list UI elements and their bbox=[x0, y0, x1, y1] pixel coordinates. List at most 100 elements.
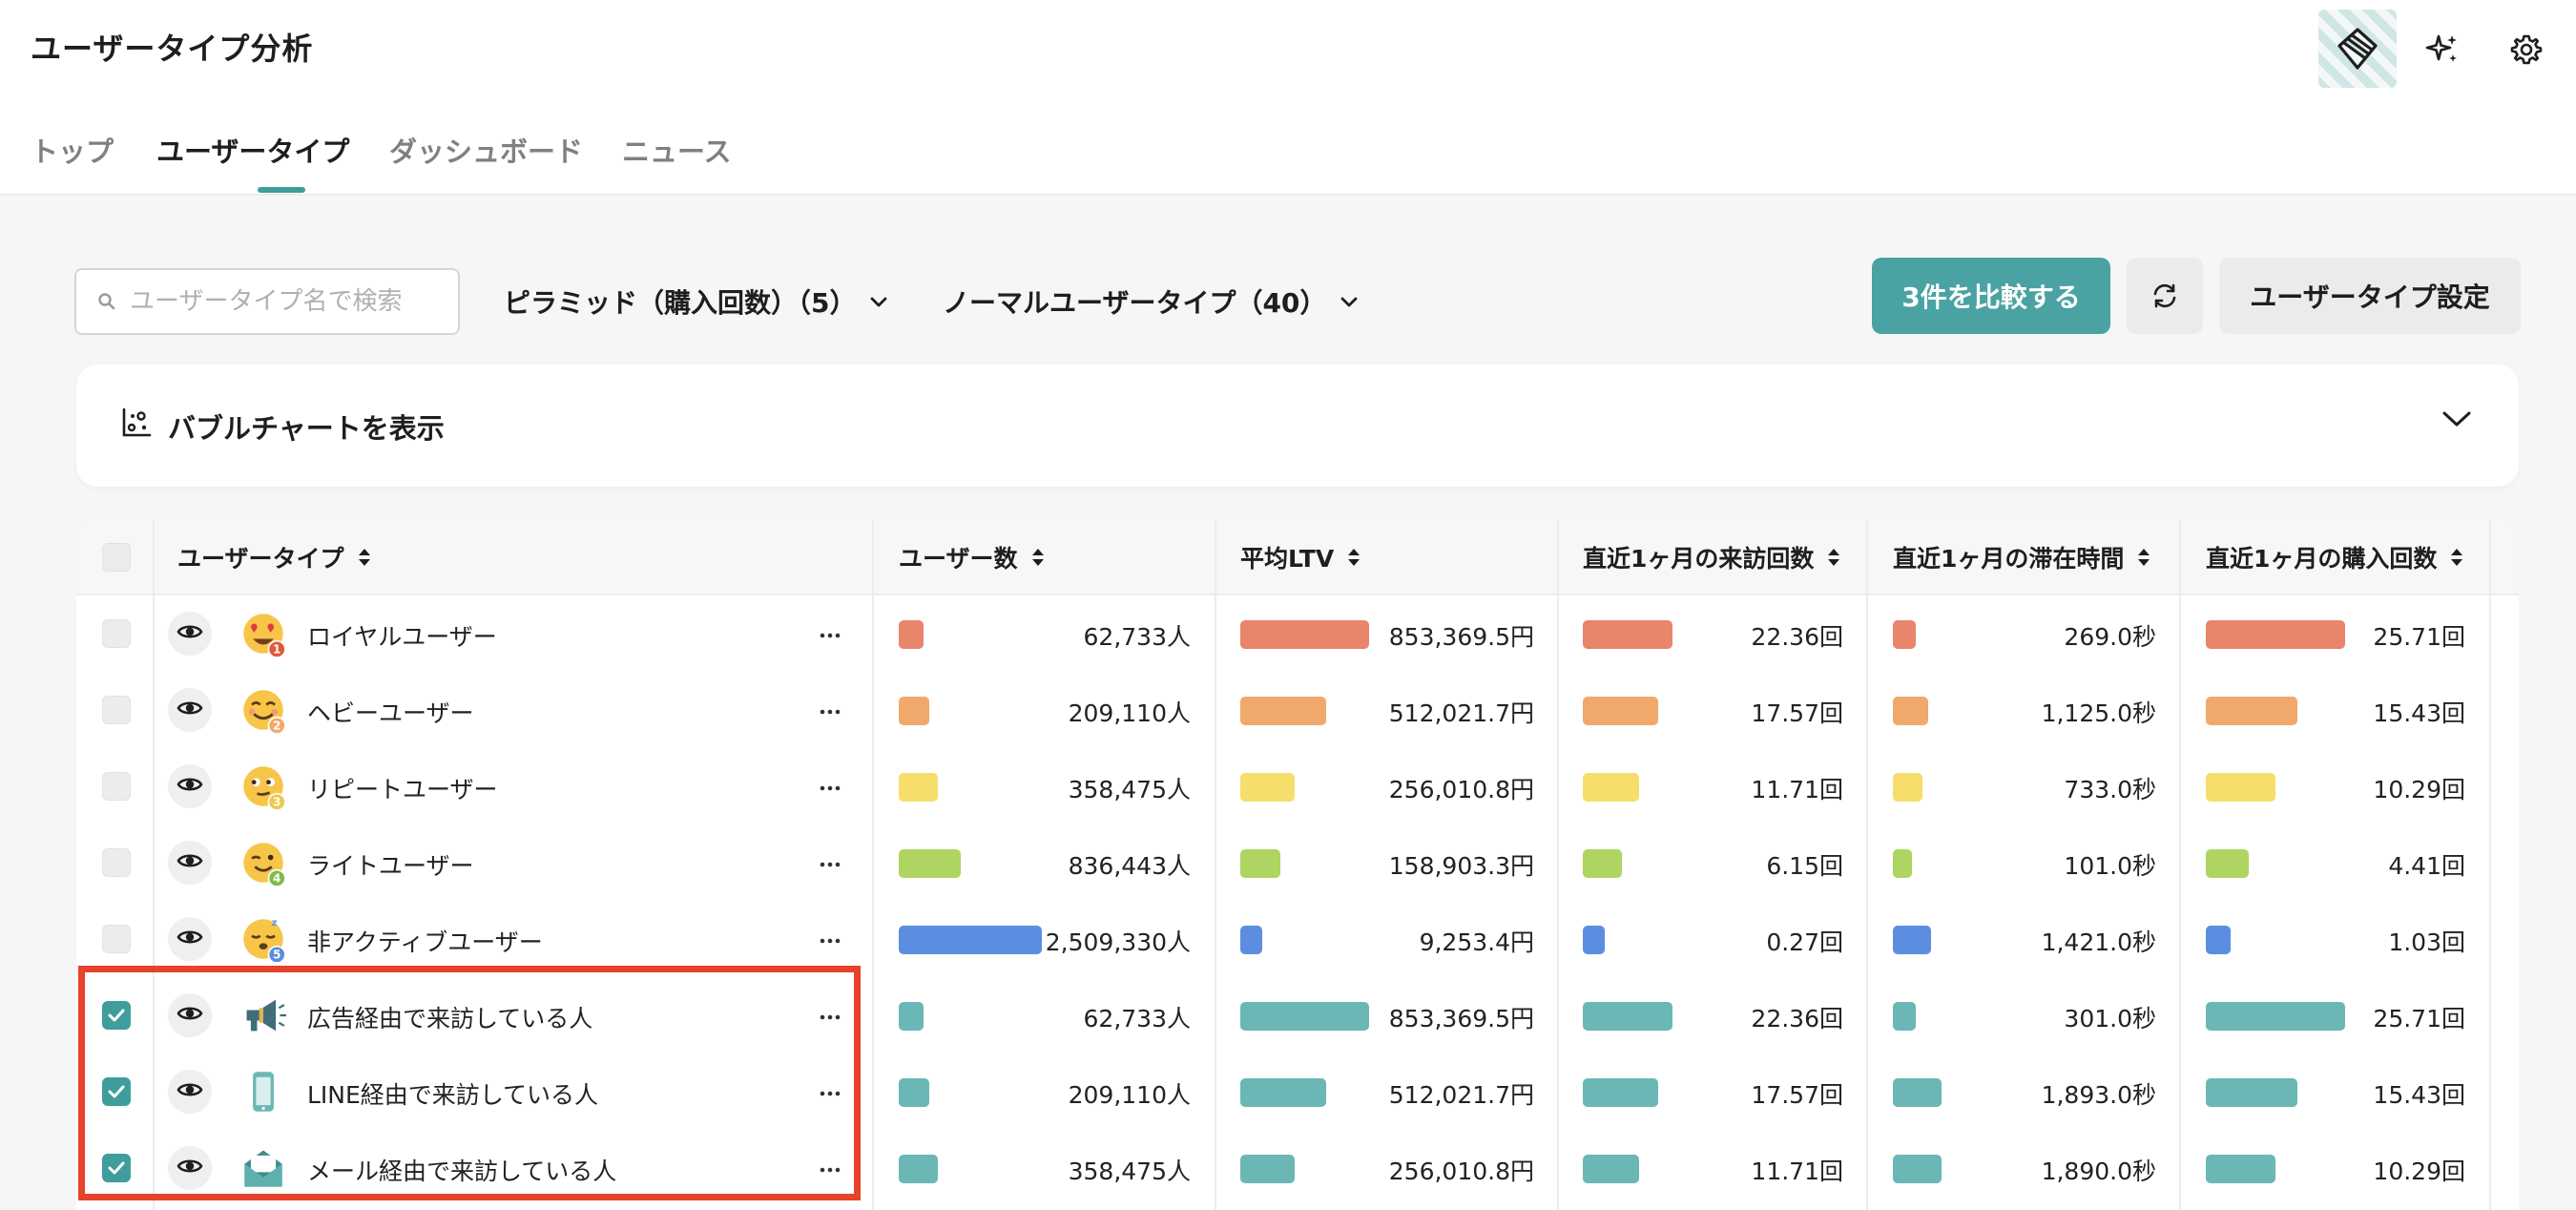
purchases-bar bbox=[2206, 773, 2275, 802]
more-options-button[interactable] bbox=[811, 924, 849, 952]
more-options-button[interactable] bbox=[811, 1153, 849, 1181]
visibility-toggle[interactable] bbox=[168, 1070, 212, 1114]
purchases-value: 1.03回 bbox=[2388, 928, 2465, 956]
tab-news[interactable]: ニュース bbox=[622, 130, 732, 170]
row-checkbox[interactable] bbox=[102, 619, 131, 648]
gear-icon[interactable] bbox=[2505, 29, 2547, 71]
stay-value: 733.0秒 bbox=[2064, 776, 2156, 803]
table-row[interactable]: LINE経由で来訪している人 209,110人 512,021.7円 17.57回 1,… bbox=[76, 1054, 2519, 1130]
row-checkbox[interactable] bbox=[102, 848, 131, 877]
row-checkbox[interactable] bbox=[102, 772, 131, 801]
sort-icon bbox=[1347, 547, 1361, 568]
stay-bar bbox=[1893, 1002, 1916, 1031]
sparkle-icon[interactable] bbox=[2421, 29, 2463, 71]
table-row[interactable]: z 5 非アクティブユーザー 2,509,330人 9,253.4円 0.27回 1,421… bbox=[76, 901, 2519, 977]
visibility-toggle[interactable] bbox=[168, 917, 212, 961]
ltv-bar bbox=[1240, 697, 1326, 725]
ltv-value: 853,369.5円 bbox=[1388, 623, 1534, 651]
pyramid-dropdown[interactable]: ピラミッド（購入回数）（5） bbox=[504, 282, 888, 321]
more-icon bbox=[820, 1082, 841, 1100]
visibility-toggle[interactable] bbox=[168, 612, 212, 656]
search-icon bbox=[98, 293, 115, 310]
purchases-bar bbox=[2206, 1078, 2297, 1107]
user-type-name[interactable]: リピートユーザー bbox=[307, 771, 498, 805]
column-header-stay-time[interactable]: 直近1ヶ月の滞在時間 bbox=[1893, 519, 2150, 595]
stay-bar bbox=[1893, 620, 1916, 649]
refresh-button[interactable] bbox=[2127, 258, 2203, 334]
column-header-visits[interactable]: 直近1ヶ月の来訪回数 bbox=[1583, 519, 1840, 595]
visibility-toggle[interactable] bbox=[168, 764, 212, 808]
table-row[interactable]: 広告経由で来訪している人 62,733人 853,369.5円 22.36回 301.0… bbox=[76, 977, 2519, 1054]
row-checkbox[interactable] bbox=[102, 696, 131, 724]
visibility-toggle[interactable] bbox=[168, 1146, 212, 1190]
users-bar bbox=[899, 849, 961, 878]
row-checkbox[interactable] bbox=[102, 925, 131, 953]
purchases-bar bbox=[2206, 849, 2249, 878]
more-options-button[interactable] bbox=[811, 771, 849, 800]
row-checkbox[interactable] bbox=[102, 1154, 131, 1182]
table-row[interactable]: 4 ライトユーザー 836,443人 158,903.3円 6.15回 101.0秒 4.4… bbox=[76, 824, 2519, 901]
more-options-button[interactable] bbox=[811, 847, 849, 876]
users-value: 209,110人 bbox=[1068, 699, 1191, 727]
user-type-name[interactable]: 非アクティブユーザー bbox=[307, 924, 543, 958]
select-all-checkbox[interactable] bbox=[102, 543, 131, 572]
eye-icon bbox=[177, 851, 203, 874]
ltv-value: 9,253.4円 bbox=[1419, 928, 1534, 956]
table-row[interactable]: 3 リピートユーザー 358,475人 256,010.8円 11.71回 733.0秒 1… bbox=[76, 748, 2519, 824]
visibility-toggle[interactable] bbox=[168, 993, 212, 1037]
user-type-name[interactable]: ヘビーユーザー bbox=[307, 695, 474, 729]
tab-dashboard[interactable]: ダッシュボード bbox=[389, 130, 583, 170]
bubble-chart-toggle[interactable]: バブルチャートを表示 bbox=[76, 365, 2519, 487]
emoji-smile: 2 bbox=[240, 687, 286, 735]
table-row[interactable]: 2 ヘビーユーザー 209,110人 512,021.7円 17.57回 1,125.0秒… bbox=[76, 672, 2519, 748]
user-type-name[interactable]: LINE経由で来訪している人 bbox=[307, 1076, 598, 1111]
user-type-name[interactable]: 広告経由で来訪している人 bbox=[307, 1000, 592, 1034]
sort-icon bbox=[1827, 547, 1840, 568]
users-value: 2,509,330人 bbox=[1045, 928, 1191, 956]
user-type-name[interactable]: ライトユーザー bbox=[307, 847, 474, 882]
column-header-user-type[interactable]: ユーザータイプ bbox=[177, 519, 371, 595]
user-type-name[interactable]: ロイヤルユーザー bbox=[307, 618, 497, 653]
sort-icon bbox=[358, 547, 371, 568]
compare-button[interactable]: 3件を比較する bbox=[1872, 258, 2110, 334]
more-icon bbox=[820, 1158, 841, 1177]
user-type-settings-button[interactable]: ユーザータイプ設定 bbox=[2219, 258, 2521, 334]
purchases-value: 25.71回 bbox=[2373, 623, 2465, 651]
search-box[interactable] bbox=[74, 268, 460, 335]
ltv-value: 256,010.8円 bbox=[1388, 1158, 1534, 1185]
row-checkbox[interactable] bbox=[102, 1001, 131, 1030]
purchases-value: 15.43回 bbox=[2373, 699, 2465, 727]
sort-icon bbox=[2137, 547, 2150, 568]
search-input[interactable] bbox=[130, 287, 445, 316]
svg-text:4: 4 bbox=[273, 872, 280, 886]
visibility-toggle[interactable] bbox=[168, 841, 212, 885]
more-options-button[interactable] bbox=[811, 1000, 849, 1029]
table-row[interactable]: 1 ロイヤルユーザー 62,733人 853,369.5円 22.36回 269.0秒 25… bbox=[76, 595, 2519, 672]
column-header-user-count[interactable]: ユーザー数 bbox=[899, 519, 1045, 595]
purchases-bar bbox=[2206, 1002, 2345, 1031]
users-bar bbox=[899, 773, 938, 802]
normal-type-dropdown[interactable]: ノーマルユーザータイプ（40） bbox=[943, 282, 1359, 321]
visibility-toggle[interactable] bbox=[168, 688, 212, 732]
more-options-button[interactable] bbox=[811, 618, 849, 647]
column-header-purchases[interactable]: 直近1ヶ月の購入回数 bbox=[2206, 519, 2463, 595]
eye-icon bbox=[177, 622, 203, 645]
column-header-avg-ltv[interactable]: 平均LTV bbox=[1240, 519, 1361, 595]
pyramid-dropdown-label: ピラミッド（購入回数）（5） bbox=[504, 287, 857, 319]
tab-user-types[interactable]: ユーザータイプ bbox=[156, 130, 349, 170]
chevron-down-icon[interactable] bbox=[2441, 408, 2473, 429]
bubble-chart-label: バブルチャートを表示 bbox=[168, 412, 445, 445]
more-options-button[interactable] bbox=[811, 695, 849, 723]
workspace-logo[interactable] bbox=[2318, 10, 2397, 88]
visits-value: 22.36回 bbox=[1751, 623, 1843, 651]
table-row[interactable]: メール経由で来訪している人 358,475人 256,010.8円 11.71回 1,8… bbox=[76, 1130, 2519, 1206]
emoji-sleepy: z5 bbox=[240, 916, 286, 964]
users-bar bbox=[899, 1002, 924, 1031]
user-type-name[interactable]: メール経由で来訪している人 bbox=[307, 1153, 616, 1187]
users-bar bbox=[899, 697, 929, 725]
more-icon bbox=[820, 1006, 841, 1024]
row-checkbox[interactable] bbox=[102, 1077, 131, 1106]
smartphone-icon bbox=[240, 1069, 286, 1115]
tab-top[interactable]: トップ bbox=[31, 130, 114, 170]
more-options-button[interactable] bbox=[811, 1076, 849, 1105]
